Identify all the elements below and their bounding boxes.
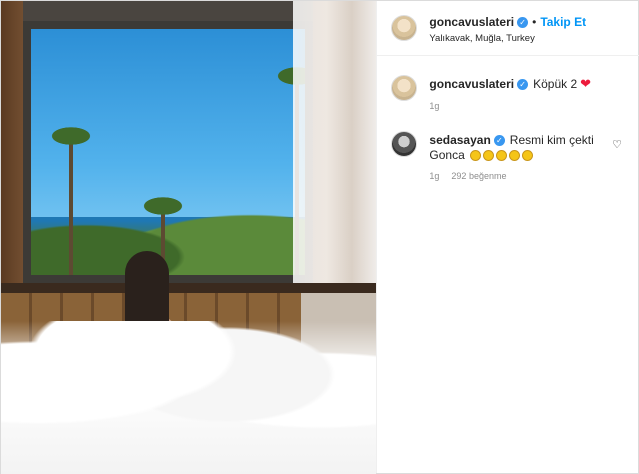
photo-curtain <box>293 1 377 297</box>
comment-heart-icon[interactable]: ♡ <box>612 138 622 151</box>
comment-avatar[interactable] <box>391 131 418 157</box>
comment-text-line-2: Gonca <box>429 148 465 162</box>
caption-time[interactable]: 1g <box>429 101 439 111</box>
caption-avatar[interactable] <box>391 75 418 101</box>
verified-badge-icon: ✓ <box>517 16 529 28</box>
photo-window-top <box>23 1 313 21</box>
post-sidebar: goncavuslateri ✓ • Takip Et Yalıkavak, M… <box>376 1 639 473</box>
comment-line-1: sedasayan ✓ Resmi kim çekti <box>429 132 593 148</box>
location-row: Yalıkavak, Muğla, Turkey <box>429 33 534 44</box>
verified-badge-icon: ✓ <box>517 78 529 90</box>
post-location[interactable]: Yalıkavak, Muğla, Turkey <box>429 33 534 44</box>
author-avatar[interactable] <box>391 15 418 41</box>
post-photo[interactable] <box>1 1 377 474</box>
photo-palm-tree <box>47 125 95 275</box>
comment-likes[interactable]: 292 beğenme <box>451 171 506 181</box>
post-header: goncavuslateri ✓ • Takip Et Yalıkavak, M… <box>377 1 639 56</box>
comment-text-line-1: Resmi kim çekti <box>509 133 594 147</box>
grinning-icon <box>521 149 533 161</box>
verified-badge-icon: ✓ <box>493 134 505 146</box>
follow-button[interactable]: Takip Et <box>540 15 586 29</box>
face-icon <box>469 149 481 161</box>
red-heart-icon: ❤ <box>580 76 592 91</box>
caption-username[interactable]: goncavuslateri <box>429 77 514 91</box>
separator-dot: • <box>532 15 537 29</box>
grinning-icon <box>482 149 494 161</box>
author-username[interactable]: goncavuslateri <box>429 15 514 29</box>
caption-text: Köpük 2 <box>533 77 578 91</box>
comment-meta: 1g 292 beğenme <box>429 171 506 181</box>
caption-row: goncavuslateri ✓ Köpük 2 ❤ <box>429 76 591 92</box>
comment-time[interactable]: 1g <box>429 171 439 181</box>
comment-username[interactable]: sedasayan <box>429 133 490 147</box>
photo-foam <box>1 321 377 474</box>
photo-sky <box>31 29 305 275</box>
grinning-icon <box>508 149 520 161</box>
author-row: goncavuslateri ✓ • Takip Et <box>429 15 586 29</box>
instagram-post: goncavuslateri ✓ • Takip Et Yalıkavak, M… <box>0 0 639 474</box>
comment-line-2: Gonca <box>429 147 533 163</box>
grinning-icon <box>495 149 507 161</box>
caption-meta: 1g <box>429 101 439 111</box>
